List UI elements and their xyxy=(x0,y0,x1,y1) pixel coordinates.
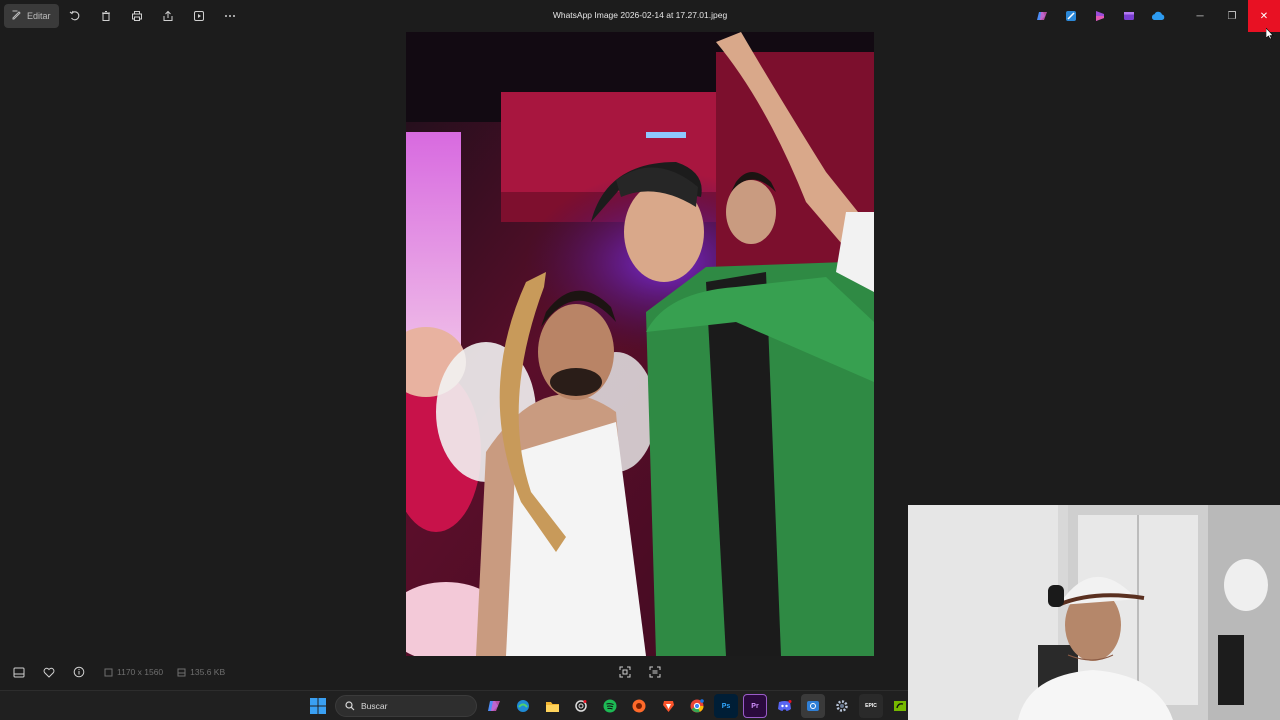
info-icon xyxy=(73,666,85,678)
search-icon xyxy=(345,701,355,711)
designer-button[interactable] xyxy=(1056,0,1085,32)
ocr-icon xyxy=(649,666,661,678)
clipchamp-video-button[interactable] xyxy=(1114,0,1143,32)
taskbar-search[interactable]: Buscar xyxy=(335,695,477,717)
filmstrip-icon xyxy=(13,667,25,677)
filmstrip-button[interactable] xyxy=(8,663,30,681)
taskbar-edge[interactable] xyxy=(511,694,535,718)
taskbar-spotify[interactable] xyxy=(598,694,622,718)
clipchamp-button[interactable] xyxy=(1085,0,1114,32)
info-button[interactable] xyxy=(68,663,90,681)
webcam-overlay xyxy=(908,505,1280,720)
minimize-button[interactable]: ─ xyxy=(1184,0,1216,32)
photo-viewer-image xyxy=(406,32,874,656)
start-button[interactable] xyxy=(306,694,330,718)
taskbar-file-explorer[interactable] xyxy=(540,694,564,718)
fit-screen-button[interactable] xyxy=(614,663,636,681)
browser-orange-icon xyxy=(632,699,646,713)
image-dimensions: 1170 x 1560 xyxy=(104,667,163,677)
dimensions-icon xyxy=(104,668,113,676)
taskbar-browser-orange[interactable] xyxy=(627,694,651,718)
title-bar-right: ─ ❐ ✕ xyxy=(1027,0,1280,32)
bottom-bar-center xyxy=(614,663,666,681)
file-size-icon xyxy=(177,668,186,676)
heart-icon xyxy=(43,667,55,678)
gear-icon xyxy=(836,700,848,712)
taskbar-chatgpt[interactable] xyxy=(569,694,593,718)
search-placeholder: Buscar xyxy=(361,701,388,711)
taskbar-photos[interactable] xyxy=(801,694,825,718)
spotify-icon xyxy=(603,699,617,713)
designer-icon xyxy=(1065,11,1076,21)
onedrive-icon xyxy=(1151,11,1164,20)
taskbar-discord[interactable] xyxy=(772,694,796,718)
fit-screen-icon xyxy=(619,666,631,678)
copilot-button[interactable] xyxy=(1027,0,1056,32)
close-button[interactable]: ✕ xyxy=(1248,0,1280,32)
taskbar-photoshop[interactable]: Ps xyxy=(714,694,738,718)
copilot-icon xyxy=(1036,12,1047,20)
chrome-icon xyxy=(690,699,704,713)
title-bar: Editar WhatsApp Image 2026-02-14 at 17.2… xyxy=(0,0,1280,32)
photoshop-label: Ps xyxy=(721,702,731,710)
clipchamp-icon xyxy=(1095,11,1104,21)
mouse-cursor xyxy=(1265,27,1274,45)
taskbar-chrome[interactable] xyxy=(685,694,709,718)
file-size-text: 135.6 KB xyxy=(190,667,226,677)
image-file-size: 135.6 KB xyxy=(177,667,225,677)
clipchamp-video-icon xyxy=(1123,12,1134,20)
folder-icon xyxy=(545,701,559,712)
photos-icon xyxy=(807,701,819,711)
restore-button[interactable]: ❐ xyxy=(1216,0,1248,32)
onedrive-button[interactable] xyxy=(1143,0,1172,32)
taskbar-settings[interactable] xyxy=(830,694,854,718)
brave-icon xyxy=(662,701,674,712)
taskbar-epic-games[interactable]: EPIC xyxy=(859,694,883,718)
dimensions-text: 1170 x 1560 xyxy=(117,667,164,677)
taskbar-items: Buscar Ps Pr EPIC xyxy=(306,694,912,718)
ocr-button[interactable] xyxy=(644,663,666,681)
epic-label: EPIC xyxy=(865,703,877,709)
bottom-bar-left: 1170 x 1560 135.6 KB xyxy=(8,663,225,681)
nvidia-icon xyxy=(894,701,906,711)
taskbar-brave[interactable] xyxy=(656,694,680,718)
discord-icon xyxy=(777,700,791,711)
taskbar-copilot[interactable] xyxy=(482,694,506,718)
copilot-icon xyxy=(488,701,500,711)
favorite-button[interactable] xyxy=(38,663,60,681)
taskbar-premiere[interactable]: Pr xyxy=(743,694,767,718)
edge-icon xyxy=(517,700,529,712)
premiere-label: Pr xyxy=(751,702,759,710)
chatgpt-icon xyxy=(575,700,587,712)
windows-logo-icon xyxy=(310,698,326,714)
